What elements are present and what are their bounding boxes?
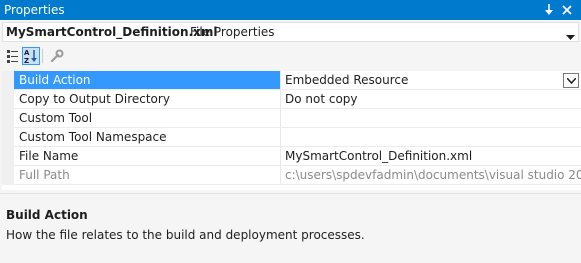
property-value[interactable]: Embedded Resource <box>281 71 581 90</box>
property-name[interactable]: Custom Tool <box>14 109 281 128</box>
property-row-custom-tool-namespace[interactable]: Custom Tool Namespace <box>2 128 581 147</box>
chevron-down-icon <box>567 78 576 84</box>
row-gutter <box>2 71 14 90</box>
object-selector[interactable]: MySmartControl_Definition.xml File Prope… <box>2 22 579 42</box>
property-value[interactable]: c:\users\spdevfadmin\documents\visual st… <box>281 166 581 185</box>
window-title: Properties <box>4 3 65 17</box>
description-pane: Build Action How the file relates to the… <box>0 200 581 263</box>
row-gutter <box>2 147 14 166</box>
properties-titlebar: Properties <box>0 0 581 20</box>
wrench-icon <box>50 49 64 63</box>
chevron-down-icon[interactable] <box>566 30 575 44</box>
property-value[interactable] <box>281 109 581 128</box>
toolbar-separator <box>42 49 43 63</box>
row-gutter <box>2 128 14 147</box>
sort-alphabetical-icon: A Z <box>24 49 37 65</box>
property-name[interactable]: Copy to Output Directory <box>14 90 281 109</box>
row-gutter <box>2 90 14 109</box>
close-icon[interactable] <box>560 2 574 17</box>
properties-toolbar: A Z <box>0 44 581 68</box>
svg-text:Z: Z <box>24 57 29 64</box>
description-title: Build Action <box>6 208 88 222</box>
svg-text:A: A <box>24 49 30 57</box>
description-text: How the file relates to the build and de… <box>6 228 365 242</box>
selected-object-type: File Properties <box>190 25 275 39</box>
row-gutter <box>2 109 14 128</box>
row-gutter <box>2 166 14 185</box>
property-name[interactable]: File Name <box>14 147 281 166</box>
property-name[interactable]: Build Action <box>14 71 281 90</box>
property-row-full-path[interactable]: Full Path c:\users\spdevfadmin\documents… <box>2 166 581 185</box>
description-splitter[interactable] <box>0 193 581 194</box>
build-action-dropdown-button[interactable] <box>563 73 579 88</box>
alphabetical-button[interactable]: A Z <box>22 47 40 65</box>
selected-object-name: MySmartControl_Definition.xml <box>6 25 218 39</box>
property-row-copy-to-output[interactable]: Copy to Output Directory Do not copy <box>2 90 581 109</box>
categorized-icon <box>7 50 18 63</box>
property-grid: Build Action Embedded Resource Copy to O… <box>2 71 581 190</box>
property-value[interactable]: Do not copy <box>281 90 581 109</box>
property-row-custom-tool[interactable]: Custom Tool <box>2 109 581 128</box>
property-name[interactable]: Custom Tool Namespace <box>14 128 281 147</box>
categorized-button[interactable] <box>4 47 22 65</box>
property-value[interactable] <box>281 128 581 147</box>
property-name[interactable]: Full Path <box>14 166 281 185</box>
property-value[interactable]: MySmartControl_Definition.xml <box>281 147 581 166</box>
property-row-file-name[interactable]: File Name MySmartControl_Definition.xml <box>2 147 581 166</box>
pin-icon[interactable] <box>542 2 556 17</box>
property-row-build-action[interactable]: Build Action Embedded Resource <box>2 71 581 90</box>
property-pages-button[interactable] <box>48 47 66 65</box>
